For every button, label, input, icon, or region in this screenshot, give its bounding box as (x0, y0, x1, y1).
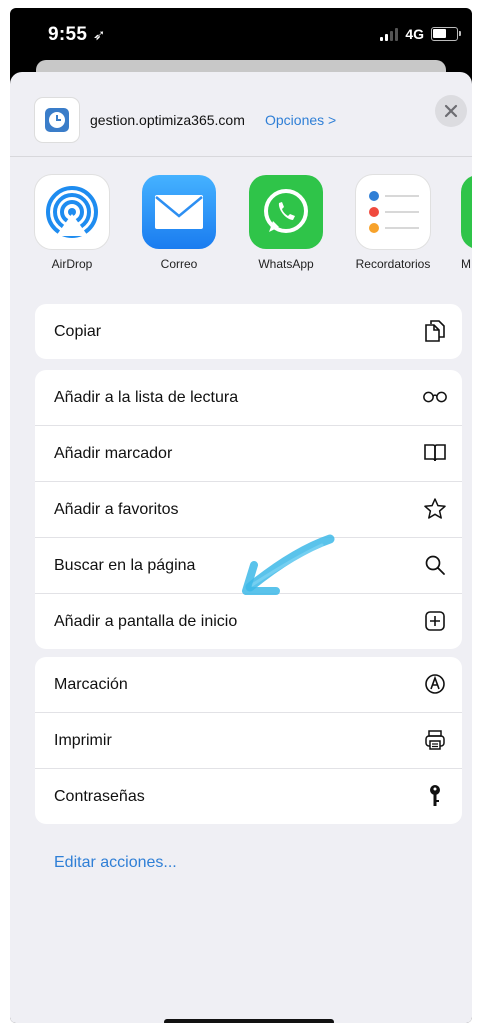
app-label: WhatsApp (258, 257, 314, 271)
app-label: AirDrop (51, 257, 93, 271)
row-label: Añadir marcador (54, 444, 173, 462)
action-reading-list[interactable]: Añadir a la lista de lectura (35, 370, 462, 426)
app-reminders[interactable]: Recordatorios (348, 175, 438, 271)
app-label: Correo (160, 257, 198, 271)
site-url: gestion.optimiza365.com (90, 112, 245, 128)
app-messages[interactable]: M (455, 175, 472, 271)
annotation-arrow-icon (242, 534, 335, 595)
network-label: 4G (405, 26, 424, 42)
copy-icon (422, 318, 448, 344)
search-icon (422, 552, 448, 578)
row-label: Añadir a pantalla de inicio (54, 612, 238, 630)
edit-actions-link[interactable]: Editar acciones... (54, 854, 177, 872)
row-label: Marcación (54, 675, 128, 693)
app-whatsapp[interactable]: WhatsApp (241, 175, 331, 271)
star-icon (422, 496, 448, 522)
airdrop-icon (35, 175, 109, 249)
action-print[interactable]: Imprimir (35, 713, 462, 769)
site-favicon-icon (35, 98, 79, 142)
markup-icon (422, 671, 448, 697)
row-label: Añadir a favoritos (54, 500, 179, 518)
row-label: Imprimir (54, 731, 112, 749)
row-label: Copiar (54, 322, 102, 340)
status-time: 9:55 ➶ (48, 24, 106, 45)
home-indicator[interactable] (164, 1019, 334, 1023)
status-indicators: 4G (380, 26, 461, 42)
whatsapp-icon (249, 175, 323, 249)
row-label: Contraseñas (54, 787, 145, 805)
battery-icon (431, 27, 461, 41)
action-passwords[interactable]: Contraseñas (35, 769, 462, 824)
add-square-icon (422, 608, 448, 634)
signal-icon (380, 27, 399, 41)
options-link[interactable]: Opciones > (265, 112, 336, 128)
mail-icon (142, 175, 216, 249)
action-copy[interactable]: Copiar (35, 304, 462, 359)
app-airdrop[interactable]: AirDrop (27, 175, 117, 271)
status-bar: 9:55 ➶ 4G (10, 8, 472, 62)
app-mail[interactable]: Correo (134, 175, 224, 271)
action-markup[interactable]: Marcación (35, 657, 462, 713)
row-label: Añadir a la lista de lectura (54, 388, 239, 406)
key-icon (422, 783, 448, 809)
close-button[interactable] (435, 95, 467, 127)
action-add-bookmark[interactable]: Añadir marcador (35, 426, 462, 482)
more-actions-group: Marcación Imprimir Contraseñas (35, 657, 462, 824)
action-add-favorites[interactable]: Añadir a favoritos (35, 482, 462, 538)
app-label: Recordatorios (355, 257, 431, 271)
app-share-row: AirDrop Correo WhatsApp Recordatorios M (10, 157, 472, 295)
copy-group: Copiar (35, 304, 462, 359)
glasses-icon (422, 384, 448, 410)
book-icon (422, 440, 448, 466)
row-label: Buscar en la página (54, 556, 196, 574)
close-icon (444, 104, 458, 118)
share-header: gestion.optimiza365.com Opciones > (10, 72, 472, 157)
app-label: M (461, 257, 471, 271)
printer-icon (422, 727, 448, 753)
actions-group: Añadir a la lista de lectura Añadir marc… (35, 370, 462, 649)
phone-screen: 9:55 ➶ 4G gestion.optimiza365.com Opcion… (10, 8, 472, 1023)
reminders-icon (356, 175, 430, 249)
messages-icon (461, 175, 472, 249)
